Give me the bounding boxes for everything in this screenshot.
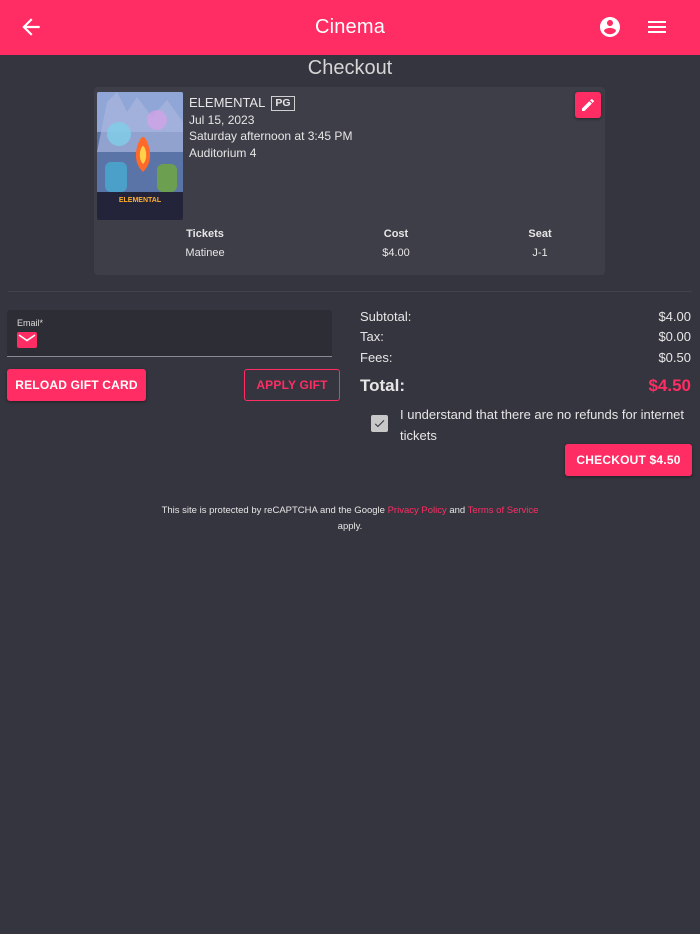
tax-value: $0.00 (658, 329, 691, 345)
subtotal-row: Subtotal: $4.00 (360, 306, 691, 327)
subtotal-label: Subtotal: (360, 308, 412, 324)
envelope-icon (17, 332, 37, 348)
showtime: Saturday afternoon at 3:45 PM (189, 129, 353, 143)
terms-of-service-link[interactable]: Terms of Service (468, 505, 539, 516)
poster-artwork: ELEMENTAL (97, 92, 183, 220)
ticket-table-header: Tickets Cost Seat (94, 228, 605, 247)
order-summary: Subtotal: $4.00 Tax: $0.00 Fees: $0.50 T… (360, 306, 691, 397)
fees-value: $0.50 (658, 349, 691, 365)
total-label: Total: (360, 375, 406, 395)
total-value: $4.50 (648, 375, 691, 395)
app-bar: Cinema (0, 0, 700, 55)
movie-title-row: ELEMENTAL PG (189, 95, 352, 112)
rating-badge: PG (271, 95, 295, 111)
account-circle-icon[interactable] (598, 15, 622, 39)
header-seat: Seat (528, 228, 552, 240)
checkout-button[interactable]: CHECKOUT $4.50 (565, 444, 692, 476)
table-row: Matinee $4.00 J-1 (94, 247, 605, 266)
recaptcha-suffix: apply. (337, 521, 363, 532)
recaptcha-notice: This site is protected by reCAPTCHA and … (150, 503, 550, 535)
privacy-policy-link[interactable]: Privacy Policy (388, 505, 447, 516)
recaptcha-prefix: This site is protected by reCAPTCHA and … (161, 505, 385, 516)
ticket-type: Matinee (185, 247, 225, 259)
header-tickets: Tickets (186, 228, 224, 240)
edit-order-button[interactable] (575, 92, 601, 118)
section-divider (8, 291, 692, 292)
reload-gift-card-button[interactable]: RELOAD GIFT CARD (7, 369, 146, 401)
ticket-table: Tickets Cost Seat Matinee $4.00 J-1 (94, 228, 605, 266)
fees-row: Fees: $0.50 (360, 347, 691, 368)
email-field[interactable]: Email* (7, 310, 332, 357)
checkmark-icon (374, 420, 385, 428)
agreement-text: I understand that there are no refunds f… (400, 407, 685, 443)
auditorium: Auditorium 4 (189, 145, 257, 160)
poster-title-text: ELEMENTAL (119, 197, 162, 204)
page-title: Checkout (307, 57, 393, 79)
header-cost: Cost (383, 228, 409, 240)
total-row: Total: $4.50 (360, 375, 691, 397)
fees-label: Fees: (360, 349, 393, 365)
pencil-icon (582, 98, 595, 111)
recaptcha-and: and (449, 505, 466, 516)
ticket-seat: J-1 (532, 247, 548, 259)
movie-poster: ELEMENTAL (97, 92, 183, 220)
subtotal-value: $4.00 (658, 308, 691, 324)
app-title: Cinema (314, 16, 386, 38)
movie-title: ELEMENTAL (189, 95, 266, 110)
hamburger-menu-icon[interactable] (645, 15, 669, 39)
apply-gift-button[interactable]: APPLY GIFT (244, 369, 340, 401)
arrow-left-icon[interactable] (18, 14, 44, 40)
movie-card: ELEMENTAL ELEMENTAL PG Jul 15, 2023 Satu… (94, 87, 605, 275)
show-date: Jul 15, 2023 (189, 112, 255, 127)
email-label: Email* (17, 318, 44, 328)
no-refund-checkbox[interactable] (371, 415, 388, 432)
movie-info: ELEMENTAL PG Jul 15, 2023 Saturday after… (189, 95, 352, 161)
tax-label: Tax: (360, 329, 384, 345)
email-input[interactable] (45, 330, 325, 350)
ticket-cost: $4.00 (382, 247, 410, 259)
tax-row: Tax: $0.00 (360, 327, 691, 348)
